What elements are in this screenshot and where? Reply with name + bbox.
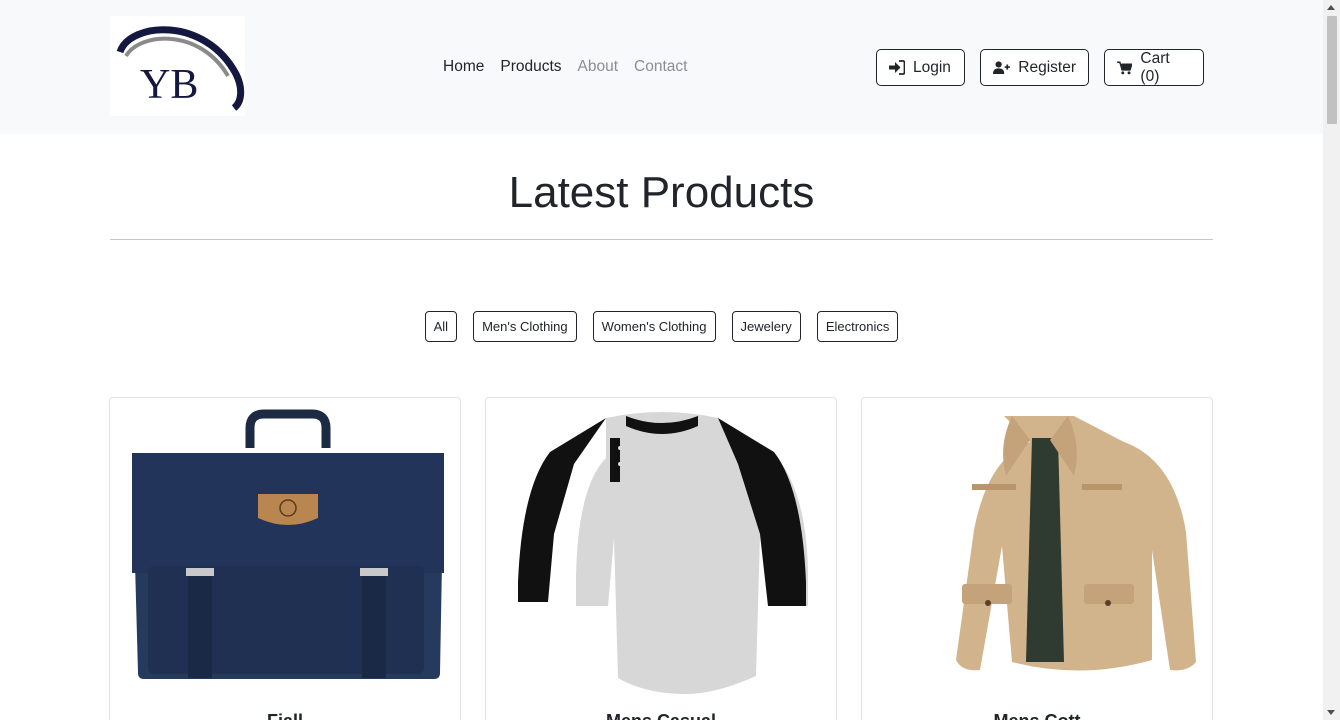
product-title: Fjall [110,711,460,720]
page-title: Latest Products [508,168,815,217]
nav-contact[interactable]: Contact [634,58,687,76]
product-image-backpack [132,409,444,679]
user-plus-icon [993,61,1010,74]
cart-button[interactable]: Cart (0) [1104,49,1204,86]
filter-electronics-button[interactable]: Electronics [816,311,899,342]
filter-mens-clothing-button[interactable]: Men's Clothing [473,311,577,342]
cart-icon [1117,61,1133,74]
filter-jewelery-button[interactable]: Jewelery [731,311,801,342]
nav-products[interactable]: Products [500,58,561,76]
filter-womens-clothing-button[interactable]: Women's Clothing [592,311,716,342]
product-title: Mens Cott [862,711,1212,720]
brand-logo[interactable]: YB [110,16,245,116]
nav-about[interactable]: About [578,58,619,76]
sign-in-icon [889,60,905,75]
register-button[interactable]: Register [980,49,1089,86]
scroll-thumb[interactable] [1327,16,1337,124]
login-label: Login [913,58,951,76]
nav-home[interactable]: Home [443,58,484,76]
product-card[interactable]: Mens Cott [861,397,1213,720]
scroll-down-arrow-icon[interactable] [1327,710,1335,715]
logo-text: YB [140,62,198,108]
navbar: YB Home Products About Contact Login Reg… [0,0,1323,134]
filter-all-button[interactable]: All [424,311,458,342]
register-label: Register [1018,58,1076,76]
product-card[interactable]: Mens Casual [485,397,837,720]
category-filters: All Men's Clothing Women's Clothing Jewe… [0,311,1323,342]
vertical-scrollbar[interactable] [1323,0,1340,720]
cart-label: Cart (0) [1140,49,1170,85]
product-title: Mens Casual [486,711,836,720]
main-nav: Home Products About Contact [443,58,687,76]
login-button[interactable]: Login [876,49,965,86]
product-card[interactable]: Fjall [109,397,461,720]
scroll-up-arrow-icon[interactable] [1327,5,1335,10]
product-image-tshirt [518,412,808,694]
product-image-jacket [956,416,1196,671]
title-divider [110,239,1213,240]
